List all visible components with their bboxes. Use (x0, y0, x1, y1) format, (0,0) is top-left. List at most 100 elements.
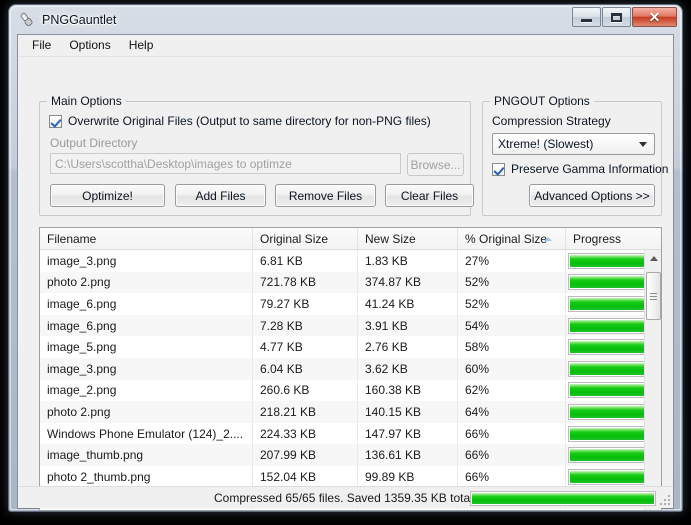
row-progress-bar (568, 252, 646, 269)
cell-filename: photo 2.png (40, 401, 253, 423)
preserve-gamma-checkbox[interactable]: Preserve Gamma Information (492, 162, 668, 176)
row-progress-fill (570, 341, 646, 354)
cell-filename: image_thumb.png (40, 444, 253, 466)
table-row[interactable] (40, 509, 646, 510)
maximize-button[interactable] (602, 7, 631, 27)
add-files-button[interactable]: Add Files (175, 184, 266, 207)
column-header-label: Progress (573, 231, 622, 246)
file-list-scrollbar[interactable] (644, 250, 661, 510)
cell-original-size: 218.21 KB (253, 401, 358, 423)
cell-original-size: 260.6 KB (253, 379, 358, 402)
table-row[interactable]: image_6.png 7.28 KB 3.91 KB 54% (40, 314, 646, 337)
cell-progress (566, 423, 646, 445)
cell-progress (566, 401, 646, 423)
cell-progress (566, 336, 646, 358)
cell-new-size: 1.83 KB (358, 250, 458, 272)
table-row[interactable]: Windows Phone Emulator (124)_2.... 224.33… (40, 422, 646, 445)
cell-original-size: 7.28 KB (253, 314, 358, 337)
optimize-button[interactable]: Optimize! (50, 184, 165, 207)
compression-strategy-label: Compression Strategy (492, 114, 611, 128)
compression-strategy-value: Xtreme! (Slowest) (498, 137, 594, 151)
cell-new-size: 147.97 KB (358, 422, 458, 445)
cell-original-size: 721.78 KB (253, 271, 358, 294)
close-button[interactable]: ✕ (632, 7, 677, 27)
output-directory-input[interactable]: C:\Users\scottha\Desktop\images to optim… (50, 153, 401, 174)
file-list-body: image_3.png 6.81 KB 1.83 KB 27% photo 2.png 7… (40, 250, 646, 510)
cell-filename: photo 2_thumb.png (40, 465, 253, 488)
cell-filename: Windows Phone Emulator (124)_2.... (40, 422, 253, 445)
clear-files-button[interactable]: Clear Files (385, 184, 474, 207)
cell-percent-original-size: 66% (458, 465, 566, 488)
table-row[interactable]: photo 2.png 721.78 KB 374.87 KB 52% (40, 271, 646, 294)
row-progress-bar (568, 339, 646, 356)
menu-item-options[interactable]: Options (60, 35, 119, 56)
cell-progress (566, 272, 646, 294)
resize-grip-icon[interactable] (660, 495, 670, 505)
row-progress-bar (568, 468, 646, 485)
advanced-options-button[interactable]: Advanced Options >> (529, 184, 655, 207)
cell-percent-original-size: 52% (458, 293, 566, 315)
cell-progress (566, 466, 646, 488)
cell-percent-original-size (458, 509, 566, 510)
cell-new-size: 3.62 KB (358, 357, 458, 380)
sort-ascending-icon (544, 237, 552, 241)
cell-progress (566, 358, 646, 380)
column-header-progress[interactable]: Progress (566, 228, 661, 249)
cell-percent-original-size: 66% (458, 444, 566, 466)
column-header-filename[interactable]: Filename (40, 228, 253, 249)
table-row[interactable]: image_3.png 6.04 KB 3.62 KB 60% (40, 357, 646, 380)
row-progress-bar (568, 403, 646, 420)
cell-progress (566, 250, 646, 272)
row-progress-fill (570, 470, 646, 483)
close-icon: ✕ (648, 9, 661, 25)
cell-new-size: 374.87 KB (358, 271, 458, 294)
cell-new-size: 136.61 KB (358, 444, 458, 466)
column-header-original-size[interactable]: % Original Size (458, 228, 566, 249)
table-row[interactable]: image_5.png 4.77 KB 2.76 KB 58% (40, 336, 646, 358)
output-directory-label: Output Directory (50, 136, 138, 150)
cell-new-size: 3.91 KB (358, 314, 458, 337)
browse-button[interactable]: Browse... (407, 153, 464, 176)
table-row[interactable]: image_2.png 260.6 KB 160.38 KB 62% (40, 379, 646, 402)
menu-bar: File Options Help (18, 35, 673, 57)
cell-new-size (358, 509, 458, 510)
table-row[interactable]: image_thumb.png 207.99 KB 136.61 KB 66% (40, 444, 646, 466)
column-header-label: New Size (365, 231, 416, 246)
column-header-original-size[interactable]: Original Size (253, 228, 358, 249)
cell-new-size: 99.89 KB (358, 465, 458, 488)
column-header-label: Filename (47, 231, 97, 246)
scrollbar-thumb[interactable] (646, 272, 661, 320)
table-row[interactable]: image_3.png 6.81 KB 1.83 KB 27% (40, 250, 646, 272)
cell-percent-original-size: 54% (458, 314, 566, 337)
overwrite-original-files-checkbox[interactable]: Overwrite Original Files (Output to same… (49, 114, 431, 128)
cell-new-size: 2.76 KB (358, 336, 458, 358)
cell-percent-original-size: 27% (458, 250, 566, 272)
cell-percent-original-size: 66% (458, 422, 566, 445)
cell-filename: image_6.png (40, 314, 253, 337)
minimize-button[interactable] (572, 7, 601, 27)
file-list-header: Filename Original Size New Size % Original … (40, 228, 661, 250)
cell-new-size: 160.38 KB (358, 379, 458, 402)
cell-original-size: 6.81 KB (253, 250, 358, 272)
cell-filename: image_6.png (40, 293, 253, 315)
table-row[interactable]: photo 2_thumb.png 152.04 KB 99.89 KB 66% (40, 465, 646, 488)
cell-progress (566, 380, 646, 402)
remove-files-button[interactable]: Remove Files (275, 184, 376, 207)
table-row[interactable]: image_6.png 79.27 KB 41.24 KB 52% (40, 293, 646, 315)
compression-strategy-select[interactable]: Xtreme! (Slowest) (492, 133, 655, 155)
gauntlet-icon (18, 11, 35, 28)
column-header-label: % Original Size (465, 231, 548, 246)
table-row[interactable]: photo 2.png 218.21 KB 140.15 KB 64% (40, 401, 646, 423)
cell-filename: image_3.png (40, 250, 253, 272)
menu-item-file[interactable]: File (23, 35, 60, 56)
cell-original-size: 79.27 KB (253, 293, 358, 315)
row-progress-fill (570, 384, 646, 397)
cell-progress (566, 444, 646, 466)
scroll-up-arrow-icon[interactable] (645, 250, 661, 267)
column-header-new-size[interactable]: New Size (358, 228, 458, 249)
cell-percent-original-size: 62% (458, 379, 566, 402)
row-progress-bar (568, 295, 646, 312)
cell-filename: image_5.png (40, 336, 253, 358)
preserve-gamma-label: Preserve Gamma Information (511, 162, 669, 176)
menu-item-help[interactable]: Help (120, 35, 163, 56)
